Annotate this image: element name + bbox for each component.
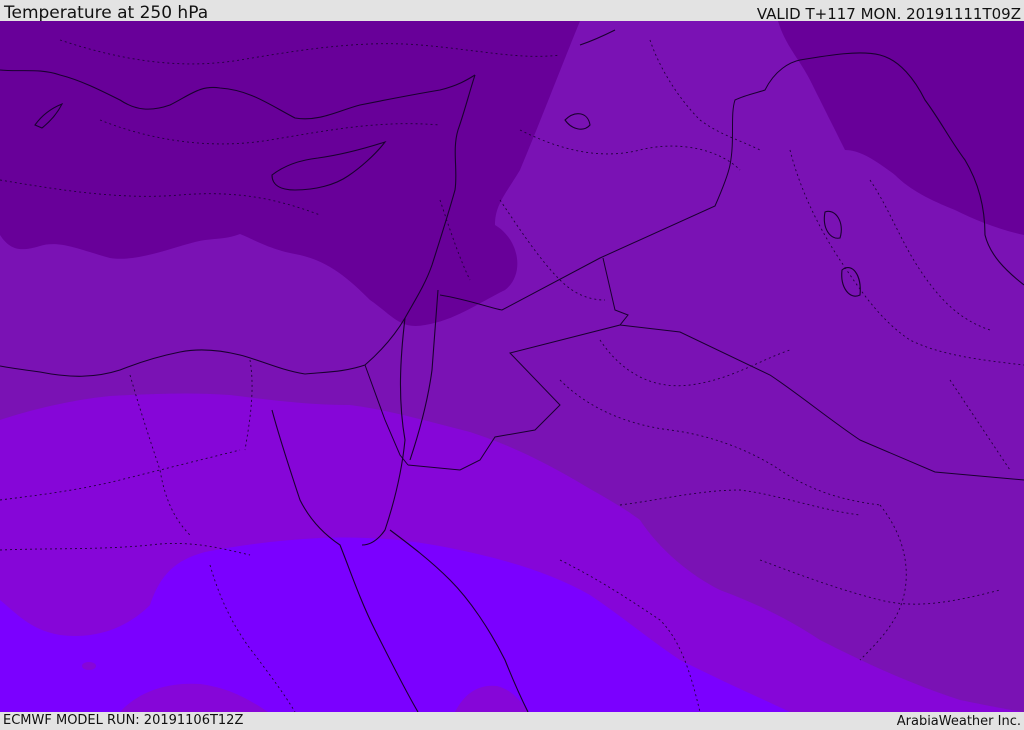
credit: ArabiaWeather Inc. bbox=[896, 714, 1021, 729]
map-title: Temperature at 250 hPa bbox=[4, 3, 209, 23]
band-darker-dot bbox=[82, 662, 96, 670]
map-header: Temperature at 250 hPa VALID T+117 MON. … bbox=[0, 0, 1024, 23]
model-run: ECMWF MODEL RUN: 20191106T12Z bbox=[3, 713, 244, 728]
temperature-map bbox=[0, 21, 1024, 712]
map-footer: ECMWF MODEL RUN: 20191106T12Z ArabiaWeat… bbox=[0, 712, 1024, 729]
